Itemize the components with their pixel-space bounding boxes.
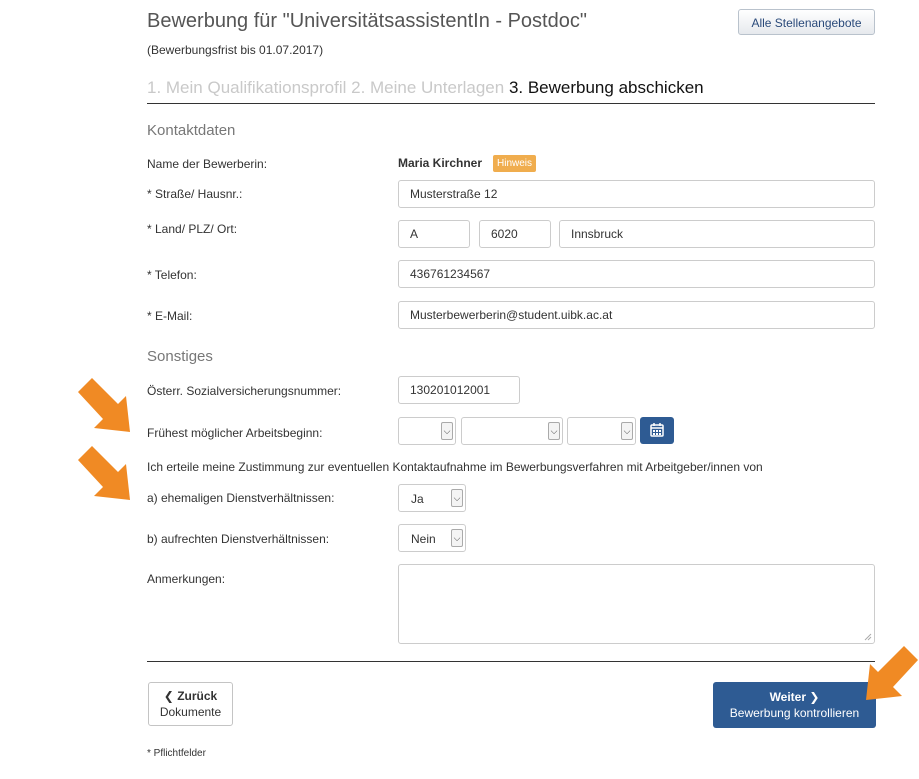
step-submit-application: 3. Bewerbung abschicken: [508, 78, 704, 97]
former-employment-select[interactable]: Ja ⌵: [398, 484, 466, 512]
street-input[interactable]: Musterstraße 12: [398, 180, 875, 208]
resize-handle-icon[interactable]: [864, 633, 872, 641]
name-label: Name der Bewerberin:: [147, 157, 268, 171]
section-title-contact: Kontaktdaten: [147, 122, 236, 139]
next-button-title: Weiter: [769, 690, 807, 704]
chevron-down-icon: ⌵: [548, 422, 560, 440]
chevron-down-icon: ⌵: [621, 422, 633, 440]
start-day-select[interactable]: ⌵: [398, 417, 456, 445]
chevron-down-icon: ⌵: [451, 489, 463, 507]
city-input[interactable]: Innsbruck: [559, 220, 875, 248]
back-button-subtitle: Dokumente: [159, 705, 222, 719]
page-title: Bewerbung für "UniversitätsassistentIn -…: [147, 10, 587, 32]
back-button[interactable]: ❮ Zurück Dokumente: [148, 682, 233, 726]
consent-text: Ich erteile meine Zustimmung zur eventue…: [147, 460, 763, 474]
start-month-select[interactable]: ⌵: [461, 417, 563, 445]
annotation-arrow: [78, 446, 130, 500]
chevron-down-icon: ⌵: [451, 529, 463, 547]
chevron-left-icon: ❮: [163, 689, 174, 703]
ssn-label: Österr. Sozialversicherungsnummer:: [147, 384, 342, 398]
location-label: * Land/ PLZ/ Ort:: [147, 222, 238, 236]
applicant-name: Maria Kirchner: [398, 156, 483, 170]
hint-badge[interactable]: Hinweis: [493, 155, 537, 172]
calendar-button[interactable]: [640, 417, 674, 444]
phone-label: * Telefon:: [147, 268, 197, 282]
former-employment-value: Ja: [411, 492, 424, 506]
current-employment-value: Nein: [411, 532, 436, 546]
step-progress: 1. Mein Qualifikationsprofil 2. Meine Un…: [147, 78, 875, 104]
current-employment-label: b) aufrechten Dienstverhältnissen:: [147, 532, 330, 546]
step-documents[interactable]: 2. Meine Unterlagen: [351, 78, 504, 97]
remarks-label: Anmerkungen:: [147, 572, 226, 586]
email-input[interactable]: Musterbewerberin@student.uibk.ac.at: [398, 301, 875, 329]
step-qualification-profile[interactable]: 1. Mein Qualifikationsprofil: [147, 78, 346, 97]
annotation-arrow: [866, 646, 918, 700]
chevron-right-icon: ❯: [809, 690, 820, 704]
remarks-textarea[interactable]: [398, 564, 875, 644]
start-year-select[interactable]: ⌵: [567, 417, 636, 445]
former-employment-label: a) ehemaligen Dienstverhältnissen:: [147, 491, 335, 505]
chevron-down-icon: ⌵: [441, 422, 453, 440]
start-date-label: Frühest möglicher Arbeitsbeginn:: [147, 426, 323, 440]
calendar-icon: [650, 423, 664, 437]
footer-divider: [147, 661, 875, 662]
required-fields-note: * Pflichtfelder: [147, 748, 206, 759]
back-button-title: Zurück: [177, 689, 218, 703]
street-label: * Straße/ Hausnr.:: [147, 187, 243, 201]
country-input[interactable]: A: [398, 220, 470, 248]
section-title-other: Sonstiges: [147, 348, 213, 365]
application-deadline: (Bewerbungsfrist bis 01.07.2017): [147, 43, 324, 57]
all-jobs-button[interactable]: Alle Stellenangebote: [738, 9, 875, 35]
zip-input[interactable]: 6020: [479, 220, 551, 248]
email-label: * E-Mail:: [147, 309, 193, 323]
current-employment-select[interactable]: Nein ⌵: [398, 524, 466, 552]
annotation-arrow: [78, 378, 130, 432]
ssn-input[interactable]: 130201012001: [398, 376, 520, 404]
next-button-subtitle: Bewerbung kontrollieren: [729, 706, 860, 720]
phone-input[interactable]: 436761234567: [398, 260, 875, 288]
